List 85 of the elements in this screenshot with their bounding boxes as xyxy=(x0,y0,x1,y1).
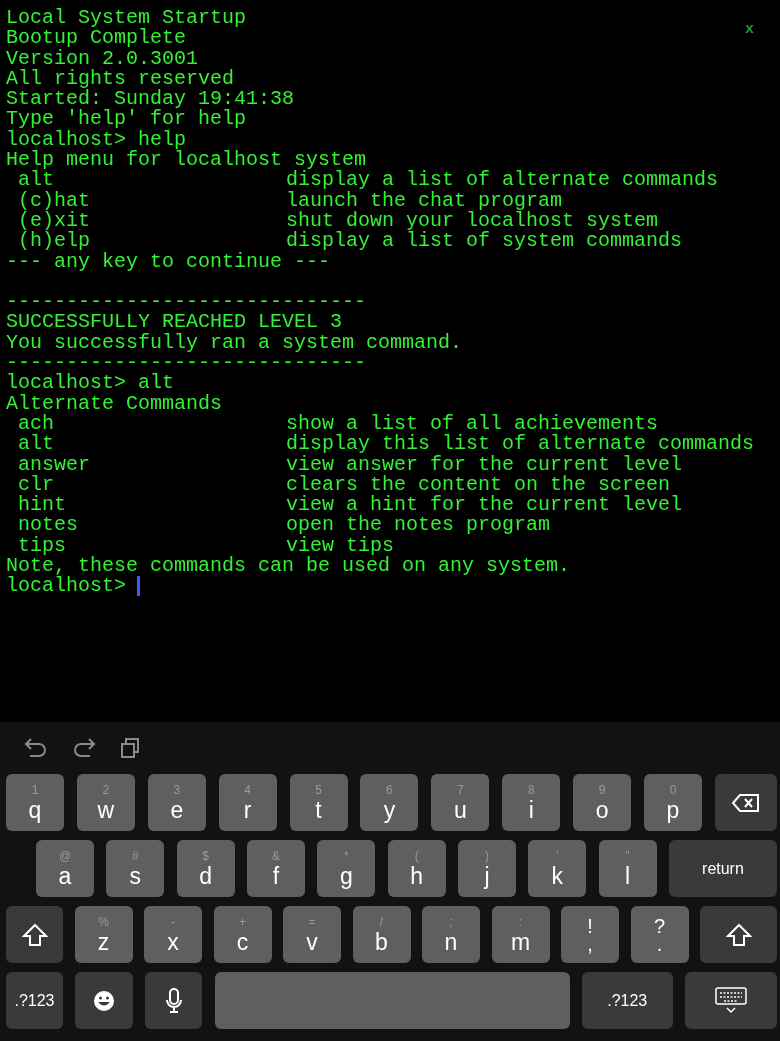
command-description: launch the chat program xyxy=(286,190,563,211)
command-description: show a list of all achievements xyxy=(286,413,659,435)
shift-arrow-icon xyxy=(725,922,752,947)
terminal-line: localhost> alt xyxy=(6,373,175,394)
numbers-key[interactable]: .?123 xyxy=(581,972,673,1029)
letter-key[interactable]: $ d xyxy=(176,840,235,897)
letter-key[interactable]: : m xyxy=(491,906,550,963)
command-name: answer xyxy=(17,454,91,475)
paste-icon[interactable] xyxy=(120,737,140,759)
command-description: shut down your localhost system xyxy=(286,210,659,232)
terminal-line: Help menu for localhost system xyxy=(6,150,367,171)
hide-keyboard-key[interactable] xyxy=(684,972,777,1029)
command-name: (h)elp xyxy=(17,231,91,252)
shift-key[interactable] xyxy=(6,906,63,963)
letter-key[interactable]: " l xyxy=(598,840,657,897)
command-name: (c)hat xyxy=(17,190,91,211)
redo-icon[interactable] xyxy=(72,737,96,759)
letter-key[interactable]: - x xyxy=(144,906,202,963)
terminal-line: Type 'help' for help xyxy=(6,109,247,130)
letter-key[interactable]: # s xyxy=(106,840,165,897)
command-description: display this list of alternate commands xyxy=(286,434,755,455)
command-description: display a list of system commands xyxy=(286,231,683,252)
undo-icon[interactable] xyxy=(24,737,48,759)
terminal-line: Version 2.0.3001 xyxy=(6,48,199,69)
command-name: (e)xit xyxy=(17,210,91,232)
terminal-line: Bootup Complete xyxy=(6,28,187,49)
letter-key[interactable]: 2 w xyxy=(76,774,135,831)
keyboard-icon xyxy=(714,986,747,1015)
shift-key[interactable] xyxy=(700,906,777,963)
letter-key[interactable]: 5 t xyxy=(289,774,348,831)
terminal-line: localhost> help xyxy=(6,129,187,151)
letter-key[interactable]: 7 u xyxy=(431,774,490,831)
terminal-line: You successfully ran a system command. xyxy=(6,332,463,354)
command-description: clears the content on the screen xyxy=(286,474,671,496)
command-name: alt xyxy=(18,170,54,191)
terminal-line: Note, these commands can be used on any system. xyxy=(6,556,571,577)
close-button[interactable]: x xyxy=(745,20,754,41)
numbers-key[interactable]: .?123 xyxy=(6,972,63,1029)
terminal-line: ------------------------------ xyxy=(6,292,367,313)
punctuation-key[interactable]: ! , xyxy=(561,906,619,963)
backspace-key[interactable] xyxy=(714,774,777,831)
letter-key[interactable]: ( h xyxy=(387,840,446,897)
command-description: view answer for the current level xyxy=(286,454,683,475)
terminal-line: SUCCESSFULLY REACHED LEVEL 3 xyxy=(6,312,343,333)
letter-key[interactable]: % z xyxy=(74,906,133,963)
letter-key[interactable]: * g xyxy=(317,840,376,897)
letter-key[interactable]: 4 r xyxy=(218,774,277,831)
terminal-prompt: localhost> xyxy=(6,576,127,597)
emoji-key[interactable] xyxy=(75,972,134,1029)
command-name: clr xyxy=(17,474,54,496)
terminal-line: Alternate Commands xyxy=(6,393,223,414)
letter-key[interactable]: / b xyxy=(352,906,411,963)
letter-key[interactable]: ) j xyxy=(457,840,516,897)
letter-key[interactable]: @ a xyxy=(36,840,94,897)
punctuation-key[interactable]: ? . xyxy=(630,906,689,963)
letter-key[interactable]: 8 i xyxy=(502,774,561,831)
letter-key[interactable]: 1 q xyxy=(6,774,64,831)
letter-key[interactable]: ' k xyxy=(528,840,587,897)
command-description: display a list of alternate commands xyxy=(286,170,719,191)
terminal-line: ------------------------------ xyxy=(6,353,367,374)
letter-key[interactable]: 6 y xyxy=(360,774,419,831)
backspace-icon xyxy=(730,792,761,813)
microphone-icon xyxy=(164,987,183,1014)
command-name: ach xyxy=(17,413,55,435)
command-name: hint xyxy=(17,495,67,516)
return-key[interactable]: return xyxy=(668,840,777,897)
smiley-icon xyxy=(93,989,116,1012)
letter-key[interactable]: 3 e xyxy=(147,774,206,831)
terminal-line: Started: Sunday 19:41:38 xyxy=(6,89,295,110)
command-name: tips xyxy=(17,535,67,556)
letter-key[interactable]: ; n xyxy=(422,906,480,963)
command-description: view a hint for the current level xyxy=(286,495,683,516)
command-name: notes xyxy=(17,515,79,536)
letter-key[interactable]: & f xyxy=(247,840,305,897)
terminal-line: All rights reserved xyxy=(6,68,235,90)
command-description: view tips xyxy=(286,535,395,556)
command-description: open the notes program xyxy=(286,515,551,536)
letter-key[interactable]: = v xyxy=(283,906,341,963)
shift-arrow-icon xyxy=(21,922,48,947)
letter-key[interactable]: + c xyxy=(213,906,272,963)
terminal-line: --- any key to continue --- xyxy=(6,251,331,272)
terminal-line: Local System Startup xyxy=(6,8,247,29)
microphone-key[interactable] xyxy=(145,972,203,1029)
text-cursor xyxy=(137,576,141,597)
command-name: alt xyxy=(17,434,55,455)
